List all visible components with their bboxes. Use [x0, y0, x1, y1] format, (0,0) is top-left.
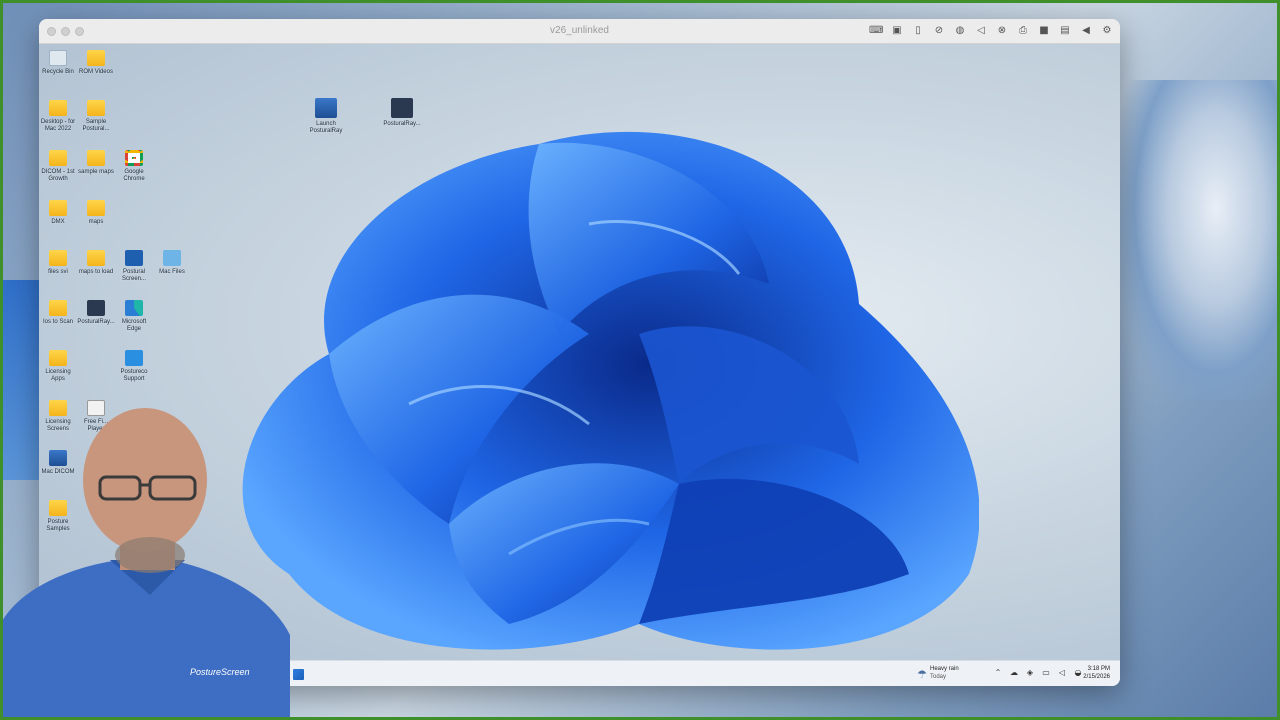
folder-icon	[87, 250, 105, 266]
vm-titlebar[interactable]: v26_unlinked ⌨ ▣ ▯ ⊘ ◍ ◁ ⊗ ⎙ ■ ▤ ◀ ⚙	[39, 19, 1120, 44]
taskbar-clock[interactable]: 3:18 PM 2/15/2026	[1083, 665, 1110, 681]
folder-icon	[49, 150, 67, 166]
desktop-icon-recycle-bin[interactable]: Recycle Bin	[39, 50, 77, 76]
shirt-logo: PostureScreen	[190, 667, 250, 677]
desktop-icon-posturalray-2[interactable]: PosturalRay...	[383, 98, 421, 128]
desktop-icon-postural-screen[interactable]: Postural Screen...	[115, 250, 153, 283]
network-icon[interactable]: ◒	[1073, 668, 1083, 677]
chrome-icon	[125, 150, 143, 166]
camera-icon[interactable]: ■	[1037, 24, 1051, 38]
presenter-webcam-overlay: PostureScreen	[0, 408, 290, 720]
start-button[interactable]	[293, 669, 304, 680]
folder-icon	[49, 250, 67, 266]
weather-title: Heavy rain	[930, 666, 959, 672]
desktop-icon-rom-videos[interactable]: ROM Videos	[77, 50, 115, 76]
speaker-icon[interactable]: ◁	[1057, 668, 1067, 677]
vm-toolbar: ⌨ ▣ ▯ ⊘ ◍ ◁ ⊗ ⎙ ■ ▤ ◀ ⚙	[869, 24, 1114, 38]
presenter-beard	[115, 537, 185, 573]
onedrive-icon[interactable]: ☁	[1009, 668, 1019, 677]
weather-subtitle: Today	[930, 674, 947, 680]
folder-icon	[49, 350, 67, 366]
edge-icon	[125, 300, 143, 316]
desktop-icon-maps-to-load[interactable]: maps to load	[77, 250, 115, 276]
security-icon[interactable]: ◈	[1025, 668, 1035, 677]
desktop-icon-sample-postural[interactable]: Sample Postural...	[77, 100, 115, 133]
clock-time: 3:18 PM	[1087, 666, 1110, 672]
gear-icon[interactable]: ⚙	[1100, 24, 1114, 38]
network-off-icon[interactable]: ⊘	[932, 24, 946, 38]
desktop-icon-postureco-support[interactable]: Postureco Support	[115, 350, 153, 383]
wallpaper-bloom	[242, 131, 979, 650]
volume-icon[interactable]: ◁	[974, 24, 988, 38]
weather-icon[interactable]: ☂	[917, 668, 927, 681]
posturalray-icon	[87, 300, 105, 316]
desktop-icon-dmx[interactable]: DMX	[39, 200, 77, 226]
printer-icon[interactable]: ⎙	[1016, 24, 1030, 38]
posturalray-icon	[391, 98, 413, 118]
globe-icon[interactable]: ◍	[953, 24, 967, 38]
desktop-icon-google-chrome[interactable]: Google Chrome	[115, 150, 153, 183]
folder-icon	[87, 100, 105, 116]
chevron-up-icon[interactable]: ⌃	[993, 668, 1003, 677]
desktop-icon-mac-files[interactable]: Mac Files	[153, 250, 191, 276]
keyboard-icon[interactable]: ⌨	[869, 24, 883, 38]
desktop-icon-desktop-for-mac[interactable]: Desktop - for Mac 2022	[39, 100, 77, 133]
folder-icon	[49, 200, 67, 216]
display-icon[interactable]: ▭	[1041, 668, 1051, 677]
desktop-icon-files-svi[interactable]: files svi	[39, 250, 77, 276]
folder-icon	[49, 100, 67, 116]
recycle-bin-icon	[49, 50, 67, 66]
desktop-icon-sample-maps[interactable]: sample maps	[77, 150, 115, 176]
desktop-icon-ios-to-scan[interactable]: Ios to Scan	[39, 300, 77, 326]
system-tray: ⌃ ☁ ◈ ▭ ◁ ◒	[993, 668, 1083, 677]
back-arrow-icon[interactable]: ◀	[1079, 24, 1093, 38]
desktop-icon-launch-posturalray[interactable]: Launch PosturalRay	[307, 98, 345, 135]
launch-app-icon	[315, 98, 337, 118]
support-icon	[125, 350, 143, 366]
clock-date: 2/15/2026	[1083, 674, 1110, 680]
host-wallpaper-swirl	[1120, 80, 1280, 400]
folder-icon	[87, 200, 105, 216]
desktop-icon-microsoft-edge[interactable]: Microsoft Edge	[115, 300, 153, 333]
desktop-icon-maps[interactable]: maps	[77, 200, 115, 226]
folder-icon	[87, 150, 105, 166]
cpu-icon[interactable]: ▣	[890, 24, 904, 38]
folder-icon	[87, 50, 105, 66]
support-icon	[125, 250, 143, 266]
folder-icon	[49, 300, 67, 316]
desktop-icon-licensing-apps[interactable]: Licensing Apps	[39, 350, 77, 383]
desktop-icon-posturalray-1[interactable]: PosturalRay...	[77, 300, 115, 326]
desktop-icon-dicom-growth[interactable]: DICOM - 1st Growth	[39, 150, 77, 183]
usb-icon[interactable]: ▯	[911, 24, 925, 38]
mac-folder-icon	[163, 250, 181, 266]
shared-folder-icon[interactable]: ▤	[1058, 24, 1072, 38]
weather-widget[interactable]: Heavy rain Today	[930, 665, 959, 681]
microphone-off-icon[interactable]: ⊗	[995, 24, 1009, 38]
